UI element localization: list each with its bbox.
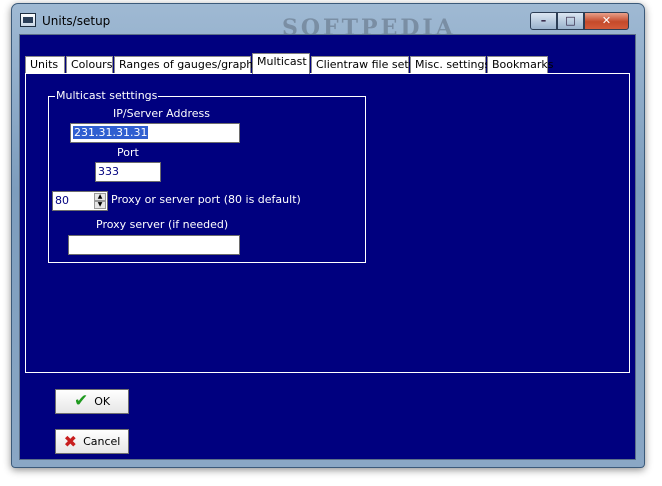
tab-multicast[interactable]: Multicast	[252, 53, 310, 74]
ip-value-selected: 231.31.31.31	[73, 126, 149, 139]
port-label: Port	[117, 146, 139, 159]
close-button[interactable]: ✕	[584, 12, 629, 30]
tab-units[interactable]: Units	[25, 56, 65, 73]
spin-down-icon[interactable]: ▼	[94, 201, 106, 209]
tab-ranges-of-gauges-graph[interactable]: Ranges of gauges/graph	[114, 56, 253, 73]
window-title: Units/setup	[42, 14, 111, 28]
proxy-port-value: 80	[55, 194, 69, 207]
ok-button[interactable]: ✔ OK	[55, 389, 129, 414]
multicast-tab-panel: Multicast setttings IP/Server Address 23…	[25, 73, 630, 373]
title-bar[interactable]: Units/setup SOFTPEDIA – □ ✕	[12, 4, 644, 41]
maximize-button[interactable]: □	[557, 12, 584, 30]
check-icon: ✔	[73, 391, 89, 411]
minimize-button[interactable]: –	[530, 12, 557, 30]
ip-server-address-label: IP/Server Address	[113, 107, 210, 120]
proxy-server-label: Proxy server (if needed)	[96, 218, 229, 231]
proxy-port-spinner[interactable]: 80 ▲ ▼	[52, 191, 108, 211]
proxy-server-input[interactable]	[68, 235, 240, 255]
proxy-port-label: Proxy or server port (80 is default)	[111, 193, 301, 206]
tab-clientraw-file-setup[interactable]: Clientraw file setup	[311, 56, 423, 73]
tab-bookmarks[interactable]: Bookmarks	[487, 56, 553, 73]
spin-up-icon[interactable]: ▲	[94, 193, 106, 201]
group-title: Multicast setttings	[55, 89, 159, 102]
spinner-buttons: ▲ ▼	[94, 193, 106, 209]
units-setup-window: Units/setup SOFTPEDIA – □ ✕ Units Colour…	[11, 3, 645, 468]
x-icon: ✖	[63, 431, 78, 451]
multicast-settings-group: Multicast setttings IP/Server Address 23…	[48, 90, 366, 263]
port-input[interactable]: 333	[95, 162, 161, 182]
ok-label: OK	[94, 395, 111, 408]
app-icon[interactable]	[20, 13, 36, 27]
tab-misc-settings[interactable]: Misc. settings	[410, 56, 490, 73]
ip-server-address-input[interactable]: 231.31.31.31	[70, 123, 240, 143]
cancel-button[interactable]: ✖ Cancel	[55, 429, 129, 454]
dialog-client-area: Units Colours Ranges of gauges/graph Mul…	[19, 34, 636, 460]
tab-colours[interactable]: Colours	[66, 56, 113, 73]
cancel-label: Cancel	[83, 435, 121, 448]
